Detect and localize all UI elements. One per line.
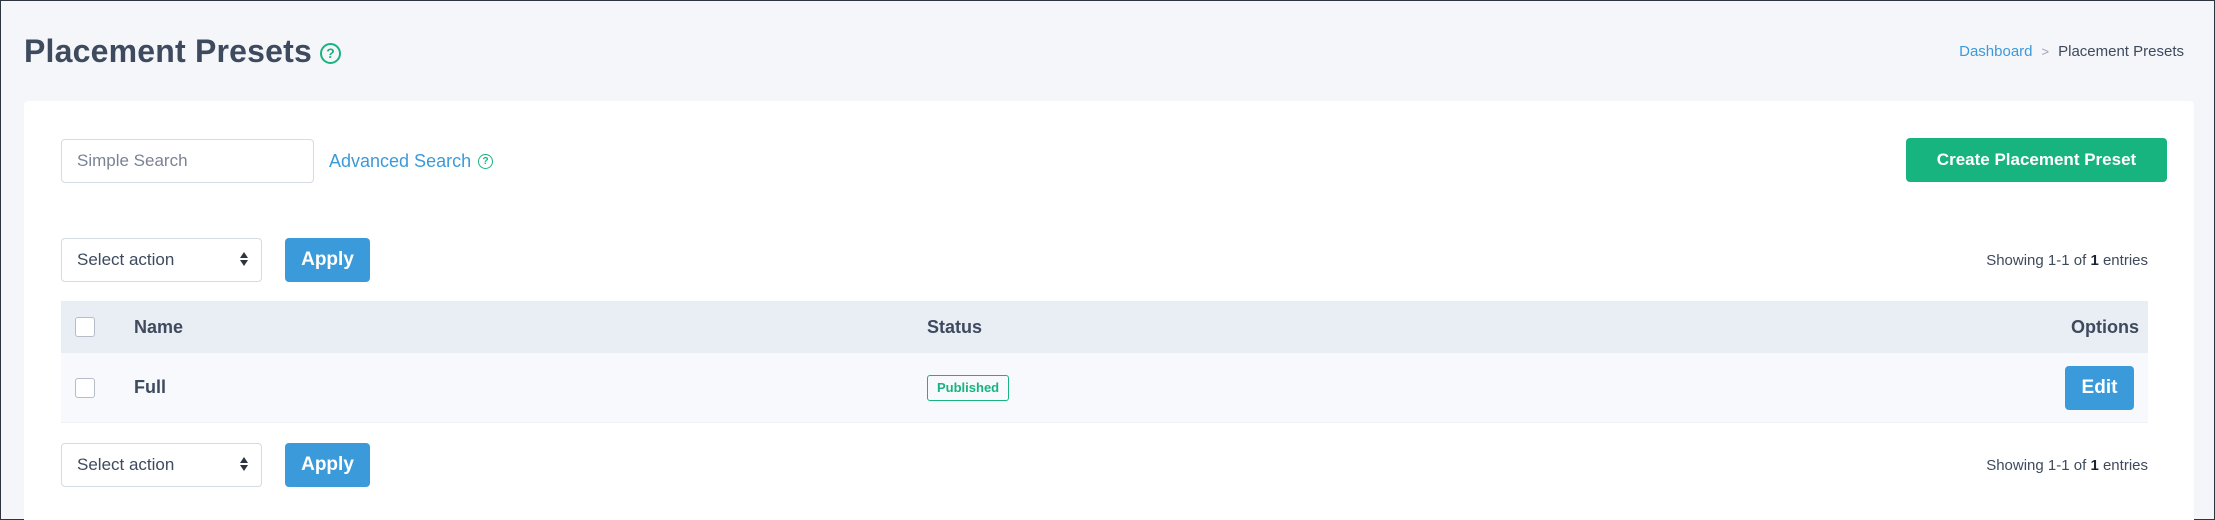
entries-count-total: 1 (2090, 251, 2099, 269)
help-icon[interactable]: ? (320, 42, 342, 64)
page-header: Placement Presets ? Dashboard > Placemen… (24, 29, 2184, 73)
select-all-checkbox[interactable] (75, 317, 95, 337)
apply-button-top[interactable]: Apply (285, 238, 370, 282)
column-header-options: Options (2071, 316, 2139, 337)
select-arrows-icon (240, 457, 248, 471)
advanced-search-link[interactable]: Advanced Search ? (329, 148, 494, 174)
entries-count-suffix: entries (2102, 251, 2148, 269)
page-title: Placement Presets (24, 32, 313, 69)
edit-button[interactable]: Edit (2065, 365, 2134, 410)
row-name[interactable]: Full (134, 377, 166, 398)
advanced-search-label: Advanced Search (329, 150, 472, 171)
breadcrumb: Dashboard > Placement Presets (1959, 43, 2184, 60)
apply-button-bottom[interactable]: Apply (285, 443, 370, 487)
breadcrumb-separator: > (2041, 43, 2050, 59)
entries-count-prefix: Showing 1-1 of (1986, 251, 2087, 269)
breadcrumb-dashboard-link[interactable]: Dashboard (1959, 43, 2032, 60)
column-header-status[interactable]: Status (927, 317, 982, 338)
bulk-action-select-top[interactable]: Select action (61, 238, 262, 282)
status-badge: Published (927, 374, 1010, 401)
presets-table: Name Status Options Full Published Edit (61, 301, 2148, 423)
bulk-action-select-value: Select action (77, 250, 175, 269)
entries-count-bottom: Showing 1-1 of 1 entries (1986, 457, 2148, 474)
entries-count-top: Showing 1-1 of 1 entries (1986, 252, 2148, 269)
bulk-action-select-value: Select action (77, 455, 175, 474)
select-arrows-icon (240, 252, 248, 266)
content-card: Advanced Search ? Create Placement Prese… (24, 101, 2194, 520)
table-row: Full Published Edit (61, 353, 2148, 423)
entries-count-total: 1 (2090, 456, 2099, 474)
bulk-action-select-bottom[interactable]: Select action (61, 443, 262, 487)
search-input[interactable] (61, 139, 314, 183)
entries-count-prefix: Showing 1-1 of (1986, 456, 2087, 474)
bulk-action-row-top: Select action Apply Showing 1-1 of 1 ent… (61, 238, 2148, 282)
column-header-name[interactable]: Name (134, 317, 183, 338)
bulk-action-row-bottom: Select action Apply Showing 1-1 of 1 ent… (61, 443, 2148, 487)
entries-count-suffix: entries (2102, 456, 2148, 474)
create-placement-preset-button[interactable]: Create Placement Preset (1906, 138, 2167, 182)
breadcrumb-current: Placement Presets (2058, 42, 2184, 60)
title-group: Placement Presets ? (24, 32, 342, 70)
advanced-search-help-icon[interactable]: ? (478, 153, 494, 169)
table-header: Name Status Options (61, 301, 2148, 353)
row-checkbox[interactable] (75, 377, 95, 398)
